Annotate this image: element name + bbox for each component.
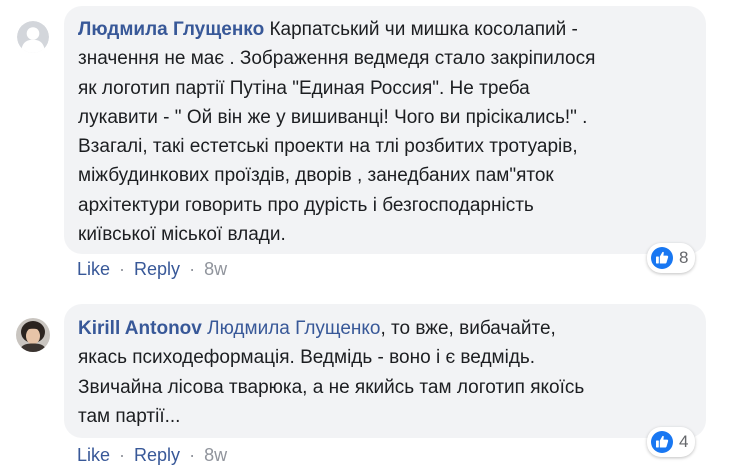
reaction-summary[interactable]: 8: [647, 243, 696, 273]
like-link[interactable]: Like: [77, 259, 110, 280]
comment-text: Карпатський чи мишка косолапий -: [269, 19, 578, 40]
like-icon: [651, 431, 673, 453]
comment-line: значення не має . Зображення ведмедя ста…: [78, 48, 596, 70]
commenter-avatar[interactable]: [16, 318, 50, 352]
reaction-count: 4: [679, 432, 689, 451]
comment-line: як логотип партії Путіна "Единая Россия"…: [78, 77, 530, 99]
comment-line: міжбудинкових проїздів, дворів , занедба…: [78, 165, 554, 187]
comment-author[interactable]: Kirill Antonov: [78, 318, 202, 339]
comment-text: , то вже, вибачайте,: [380, 318, 556, 339]
reply-link[interactable]: Reply: [134, 259, 180, 280]
separator-dot: ·: [119, 445, 126, 465]
like-link[interactable]: Like: [77, 445, 110, 466]
comment-line: лукавити - " Ой він же у вишиванці! Чого…: [78, 106, 588, 128]
comment-line: Звичайна лісова тварюка, а не якийсь там…: [78, 376, 585, 398]
commenter-avatar[interactable]: [17, 21, 49, 53]
comment-line: Kirill Antonov Людмила Глущенко, то вже,…: [78, 314, 692, 343]
comment-line: Взагалі, такі естетські проекти на тлі р…: [78, 136, 578, 158]
like-icon: [651, 247, 673, 269]
comment-bubble: Kirill Antonov Людмила Глущенко, то вже,…: [64, 304, 706, 438]
comment-timestamp[interactable]: 8w: [204, 445, 227, 466]
comment-line: там партії...: [78, 405, 181, 427]
comment-actions: Like · Reply · 8w: [77, 445, 227, 466]
comment-line: Людмила Глущенко Карпатський чи мишка ко…: [78, 15, 692, 44]
separator-dot: ·: [189, 445, 196, 465]
comment-author[interactable]: Людмила Глущенко: [78, 19, 264, 40]
reply-link[interactable]: Reply: [134, 445, 180, 466]
comment-actions: Like · Reply · 8w: [77, 259, 227, 280]
comment-timestamp[interactable]: 8w: [204, 259, 227, 280]
comment-line: київської міської влади.: [78, 224, 286, 246]
default-avatar-icon: [17, 21, 49, 53]
mention-link[interactable]: Людмила Глущенко: [207, 318, 380, 339]
comment-line: якась психодеформація. Ведмідь - воно і …: [78, 347, 536, 369]
separator-dot: ·: [189, 259, 196, 279]
comment-bubble: Людмила Глущенко Карпатський чи мишка ко…: [64, 6, 706, 254]
separator-dot: ·: [119, 259, 126, 279]
reaction-count: 8: [679, 248, 689, 267]
reaction-summary[interactable]: 4: [647, 427, 696, 457]
user-photo-avatar: [16, 318, 50, 352]
comment-line: архітектури говорить про дурість і безго…: [78, 194, 534, 216]
